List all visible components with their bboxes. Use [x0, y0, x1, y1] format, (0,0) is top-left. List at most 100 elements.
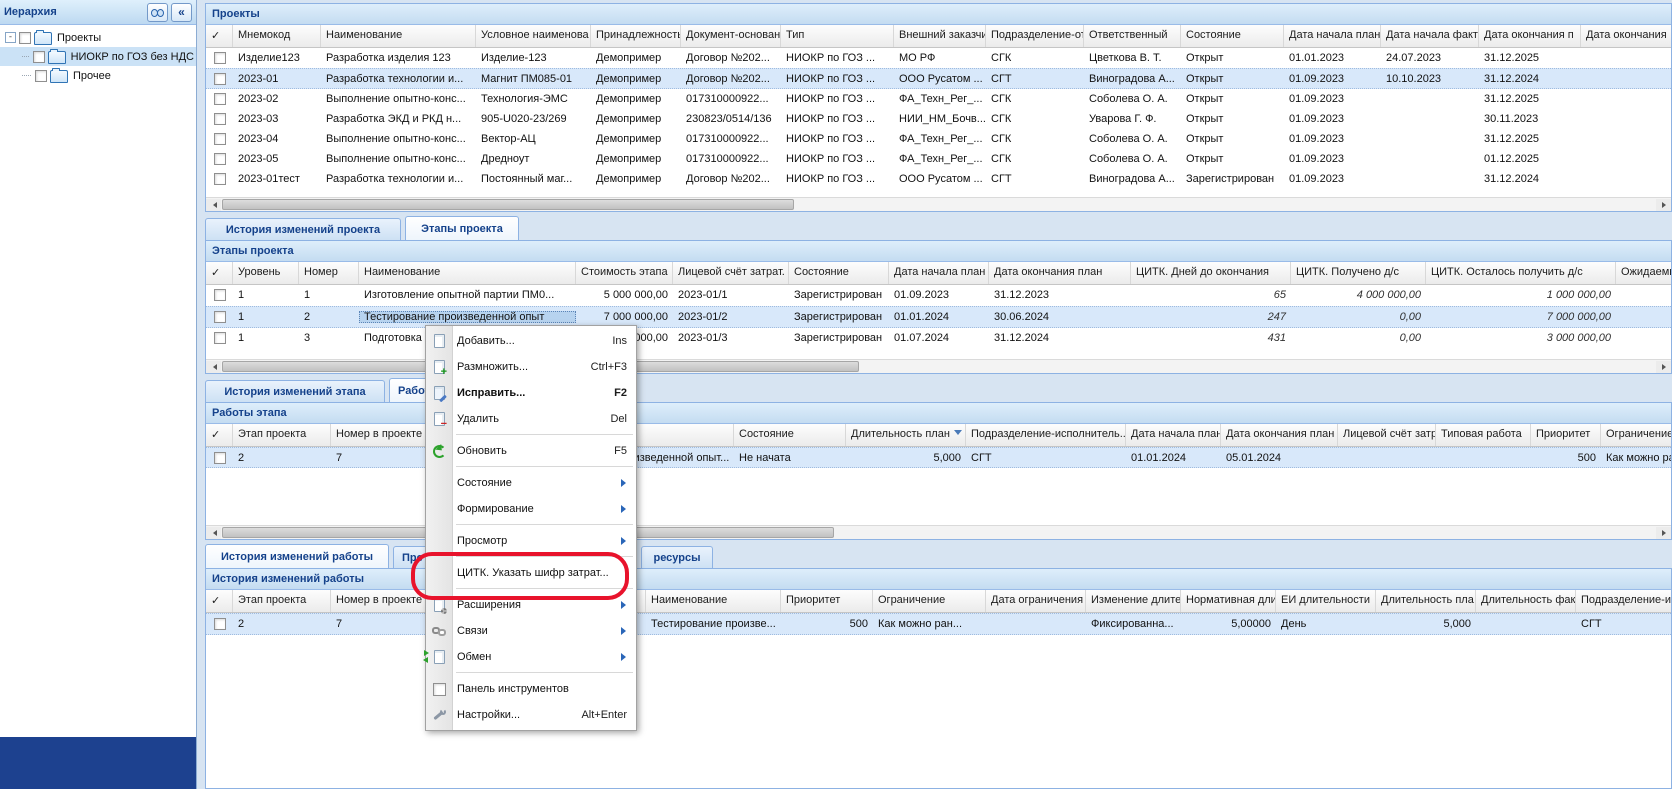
scroll-right-icon[interactable] [1656, 361, 1671, 373]
table-row[interactable]: 2023-01тестРазработка технологии и...Пос… [206, 169, 1671, 189]
scroll-left-icon[interactable] [206, 361, 221, 373]
column-header[interactable]: Ограничение [873, 590, 986, 612]
column-header[interactable]: Нормативная длит [1181, 590, 1276, 612]
select-all-header[interactable]: ✓ [206, 590, 233, 612]
column-header[interactable]: Внешний заказчик [894, 25, 986, 47]
menu-item-4[interactable]: ОбновитьF5 [426, 438, 636, 464]
tree-item[interactable]: НИОКР по ГОЗ без НДС [0, 47, 196, 66]
row-checkbox[interactable] [214, 93, 226, 105]
column-header[interactable]: Наименование [321, 25, 476, 47]
column-header[interactable]: Дата окончания [1581, 25, 1671, 47]
menu-item-6[interactable]: Формирование [426, 496, 636, 522]
column-header[interactable]: Состояние [734, 424, 846, 446]
tree-checkbox[interactable] [35, 70, 47, 82]
column-header[interactable]: Дата ограничения [986, 590, 1086, 612]
table-row[interactable]: 2023-02Выполнение опытно-конс...Технолог… [206, 89, 1671, 109]
column-header[interactable]: ЦИТК. Получено д/с [1291, 262, 1426, 284]
menu-item-5[interactable]: Состояние [426, 470, 636, 496]
select-all-header[interactable]: ✓ [206, 424, 233, 446]
column-header[interactable]: Документ-основан [681, 25, 781, 47]
column-header[interactable]: Состояние [1181, 25, 1284, 47]
tree-item[interactable]: Прочее [0, 66, 196, 85]
column-header[interactable]: Состояние [789, 262, 889, 284]
menu-item-3[interactable]: УдалитьDel [426, 406, 636, 432]
column-header[interactable]: Уровень [233, 262, 299, 284]
column-header[interactable]: Дата окончания план [1221, 424, 1338, 446]
column-header[interactable]: ЦИТК. Дней до окончания [1131, 262, 1291, 284]
column-header[interactable]: Номер [299, 262, 359, 284]
collapse-panel-button[interactable]: « [171, 3, 192, 22]
column-header[interactable]: Дата начала план [889, 262, 989, 284]
column-header[interactable]: Подразделение-и [1576, 590, 1671, 612]
table-row[interactable]: Изделие123Разработка изделия 123Изделие-… [206, 48, 1671, 68]
column-header[interactable]: Длительность фак [1476, 590, 1576, 612]
column-header[interactable]: Дата начала план. [1126, 424, 1221, 446]
row-checkbox[interactable] [214, 52, 226, 64]
tab-project-1[interactable]: Этапы проекта [405, 216, 519, 240]
column-header[interactable]: Лицевой счёт затрат. [673, 262, 789, 284]
column-header[interactable]: Дата начала план. [1284, 25, 1381, 47]
menu-item-1[interactable]: Размножить...Ctrl+F3 [426, 354, 636, 380]
column-header[interactable]: Тип [781, 25, 894, 47]
tab-work-2[interactable]: ресурсы [641, 546, 713, 568]
row-checkbox[interactable] [214, 618, 226, 630]
menu-item-8[interactable]: ЦИТК. Указать шифр затрат... [426, 560, 636, 586]
column-header[interactable]: Ответственный [1084, 25, 1181, 47]
search-button[interactable] [147, 3, 168, 22]
column-header[interactable]: Принадлежность [591, 25, 681, 47]
row-checkbox[interactable] [214, 133, 226, 145]
tree-checkbox[interactable] [33, 51, 45, 63]
table-row[interactable]: 2023-04Выполнение опытно-конс...Вектор-А… [206, 129, 1671, 149]
column-header[interactable]: Ожидаемь [1616, 262, 1671, 284]
scroll-left-icon[interactable] [206, 199, 221, 211]
scroll-right-icon[interactable] [1656, 199, 1671, 211]
row-checkbox[interactable] [214, 173, 226, 185]
table-row[interactable]: 2023-05Выполнение опытно-конс...Дредноут… [206, 149, 1671, 169]
column-header[interactable]: Дата окончания п [1479, 25, 1581, 47]
column-header[interactable]: Мнемокод [233, 25, 321, 47]
menu-item-0[interactable]: Добавить...Ins [426, 328, 636, 354]
menu-item-10[interactable]: Связи [426, 618, 636, 644]
menu-item-2[interactable]: Исправить...F2 [426, 380, 636, 406]
column-header[interactable]: ЦИТК. Осталось получить д/с [1426, 262, 1616, 284]
column-header[interactable]: Приоритет [781, 590, 873, 612]
column-header[interactable]: Стоимость этапа [576, 262, 673, 284]
scrollbar-thumb[interactable] [222, 199, 794, 210]
projects-hscrollbar[interactable] [206, 197, 1671, 211]
menu-item-11[interactable]: Обмен [426, 644, 636, 670]
column-header[interactable]: Длительность пла [1376, 590, 1476, 612]
menu-item-13[interactable]: Настройки...Alt+Enter [426, 702, 636, 728]
tab-work-0[interactable]: История изменений работы [205, 544, 389, 568]
column-header[interactable]: Изменение длител [1086, 590, 1181, 612]
tree-item[interactable]: -Проекты [0, 28, 196, 47]
column-header[interactable]: Дата окончания план [989, 262, 1131, 284]
row-checkbox[interactable] [214, 289, 226, 301]
row-checkbox[interactable] [214, 452, 226, 464]
column-header[interactable]: Лицевой счёт затр [1338, 424, 1436, 446]
select-all-header[interactable]: ✓ [206, 25, 233, 47]
row-checkbox[interactable] [214, 73, 226, 85]
menu-item-9[interactable]: Расширения [426, 592, 636, 618]
tree-collapse-icon[interactable]: - [5, 32, 16, 43]
row-checkbox[interactable] [214, 311, 226, 323]
column-header[interactable]: Типовая работа [1436, 424, 1531, 446]
column-header[interactable]: Наименование [359, 262, 576, 284]
table-row[interactable]: 11Изготовление опытной партии ПМ0...5 00… [206, 285, 1671, 306]
column-header[interactable]: Этап проекта [233, 590, 331, 612]
column-header[interactable]: Условное наименова [476, 25, 591, 47]
column-header[interactable]: ЕИ длительности [1276, 590, 1376, 612]
column-header[interactable]: Длительность план [846, 424, 966, 446]
table-row[interactable]: 2023-01Разработка технологии и...Магнит … [206, 68, 1671, 89]
column-header[interactable]: Дата начала факт [1381, 25, 1479, 47]
column-header[interactable]: Наименование [646, 590, 781, 612]
scroll-right-icon[interactable] [1656, 527, 1671, 539]
column-header[interactable]: Подразделение-от [986, 25, 1084, 47]
row-checkbox[interactable] [214, 113, 226, 125]
tab-stage-0[interactable]: История изменений этапа [205, 380, 385, 402]
select-all-header[interactable]: ✓ [206, 262, 233, 284]
menu-item-7[interactable]: Просмотр [426, 528, 636, 554]
menu-item-12[interactable]: Панель инструментов [426, 676, 636, 702]
scroll-left-icon[interactable] [206, 527, 221, 539]
tab-project-0[interactable]: История изменений проекта [205, 218, 401, 240]
column-header[interactable]: Приоритет [1531, 424, 1601, 446]
